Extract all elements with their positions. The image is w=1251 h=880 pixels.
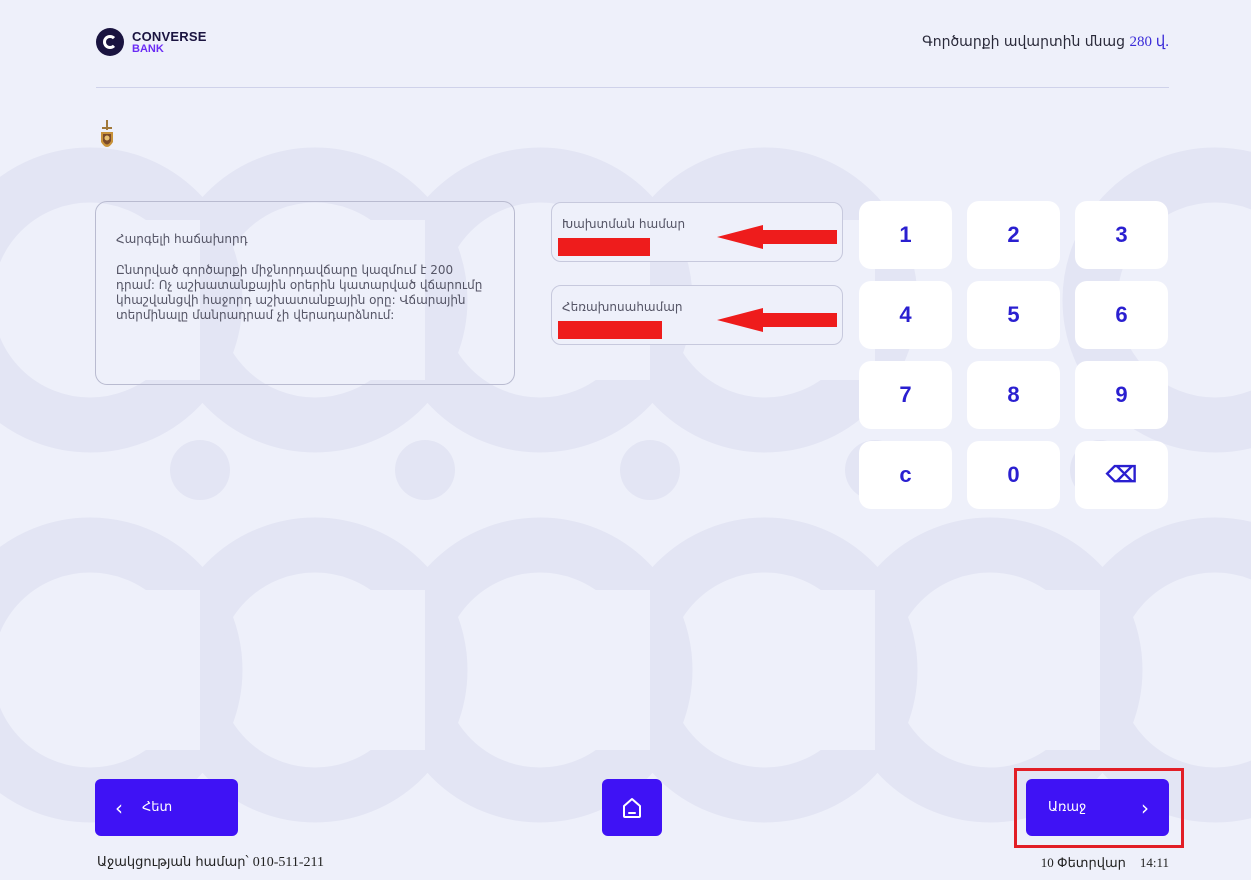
support-label: Աջակցության համար՝ [97, 855, 249, 870]
key-9[interactable]: 9 [1075, 361, 1168, 429]
back-button[interactable]: ‹ Հետ [95, 779, 238, 836]
header-divider [96, 87, 1169, 88]
key-2[interactable]: 2 [967, 201, 1060, 269]
red-arrow-icon [717, 225, 837, 249]
key-7[interactable]: 7 [859, 361, 952, 429]
police-emblem-icon [101, 120, 113, 147]
info-card: Հարգելի հաճախորդ Ընտրված գործարքի միջնոր… [95, 201, 515, 385]
logo-sub: BANK [132, 42, 164, 55]
phone-number-field[interactable]: Հեռախոսահամար [551, 285, 843, 345]
timer-value: 280 վ. [1129, 34, 1169, 50]
key-4[interactable]: 4 [859, 281, 952, 349]
current-date: 10 Փետրվար [1040, 855, 1126, 870]
chevron-left-icon: ‹ [115, 795, 123, 820]
key-6[interactable]: 6 [1075, 281, 1168, 349]
redacted-value [558, 321, 662, 339]
key-3[interactable]: 3 [1075, 201, 1168, 269]
logo-icon [96, 28, 124, 56]
bank-logo: CONVERSE BANK [96, 28, 207, 56]
key-1[interactable]: 1 [859, 201, 952, 269]
highlight-box [1014, 768, 1184, 848]
background-pattern [0, 147, 1251, 823]
key-0[interactable]: 0 [967, 441, 1060, 509]
info-body: Ընտրված գործարքի միջնորդավճարը կազմում է… [116, 263, 483, 322]
back-button-label: Հետ [142, 800, 173, 815]
current-time: 14:11 [1139, 855, 1169, 870]
home-icon [623, 797, 641, 818]
info-greeting: Հարգելի հաճախորդ [116, 232, 248, 246]
key-8[interactable]: 8 [967, 361, 1060, 429]
session-timer: Գործարքի ավարտին մնաց 280 վ. [922, 32, 1169, 51]
key-5[interactable]: 5 [967, 281, 1060, 349]
support-info: Աջակցության համար՝ 010-511-211 [97, 855, 324, 871]
home-button[interactable] [602, 779, 662, 836]
logo-name: CONVERSE [132, 28, 207, 44]
phone-number-label: Հեռախոսահամար [562, 300, 683, 314]
key-backspace[interactable]: ⌫ [1075, 441, 1168, 509]
date-time: 10 Փետրվար 14:11 [1041, 855, 1169, 871]
support-phone: 010-511-211 [252, 855, 325, 870]
red-arrow-icon [717, 308, 837, 332]
violation-number-label: Խախտման համար [562, 217, 686, 231]
redacted-value [558, 238, 650, 256]
key-clear[interactable]: c [859, 441, 952, 509]
violation-number-field[interactable]: Խախտման համար [551, 202, 843, 262]
timer-label: Գործարքի ավարտին մնաց [922, 34, 1126, 50]
